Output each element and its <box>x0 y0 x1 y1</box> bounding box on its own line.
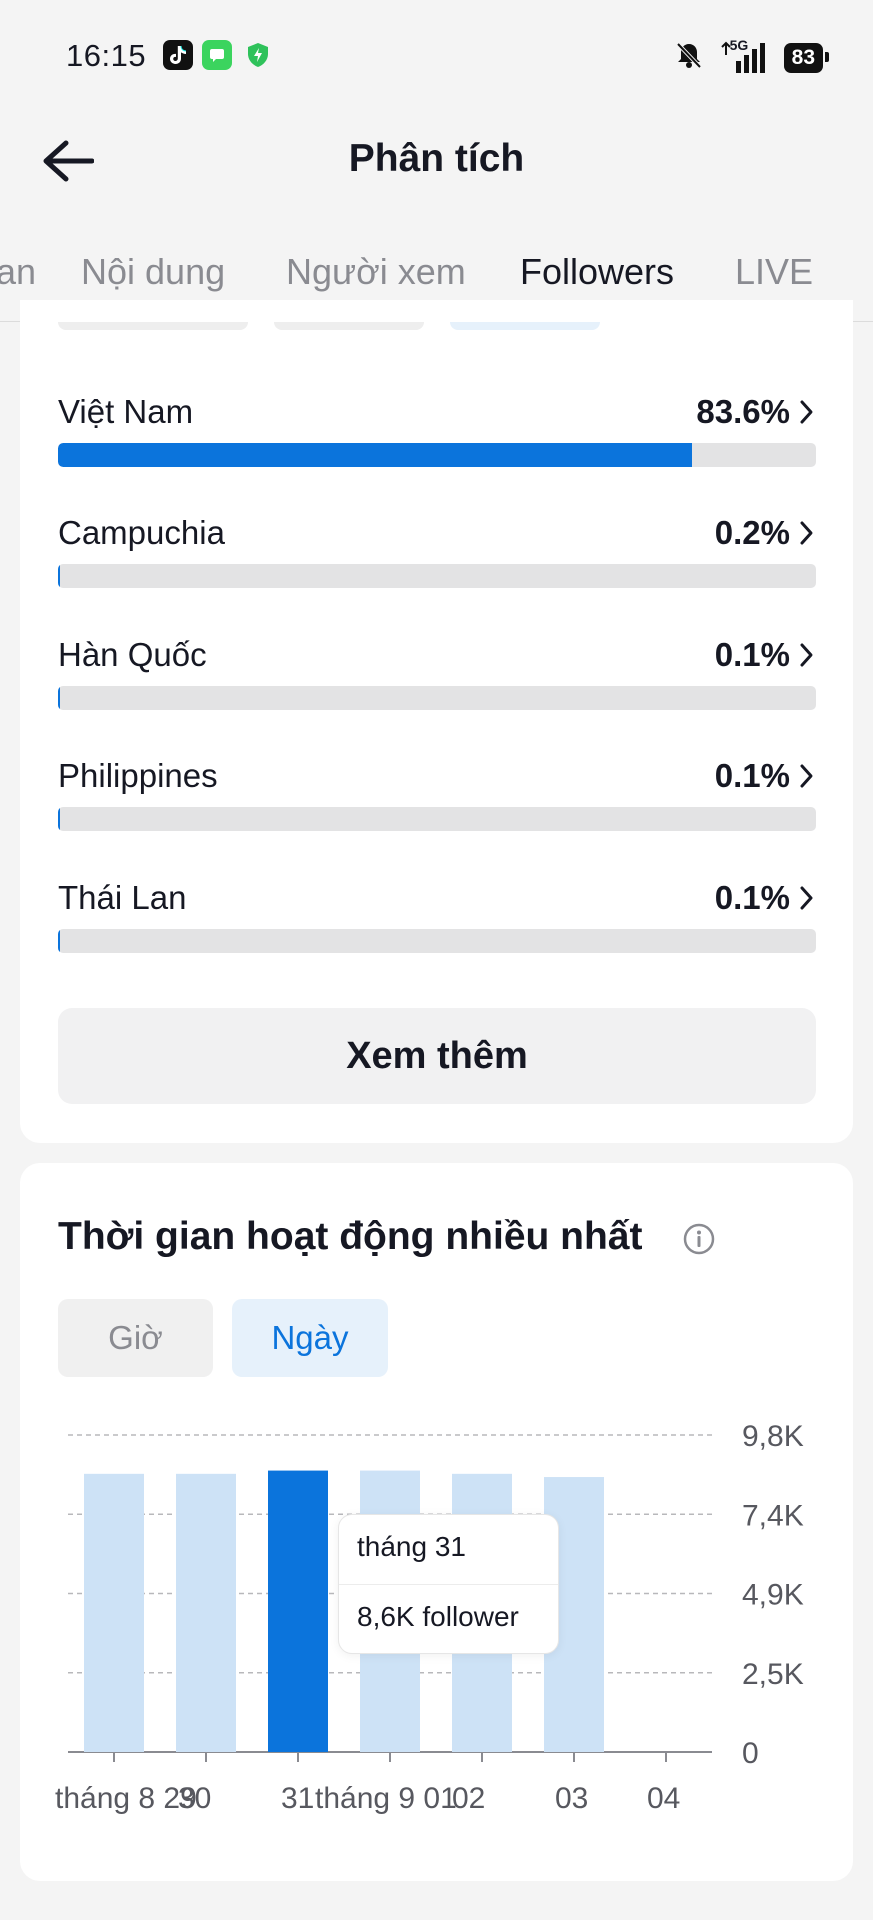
chevron-right-icon <box>800 521 813 545</box>
filter-chip[interactable] <box>274 322 424 330</box>
country-percent: 0.2% <box>714 514 790 551</box>
country-row[interactable]: Thái Lan 0.1% <box>58 879 816 969</box>
y-tick-label: 9,8K <box>742 1420 804 1453</box>
segment-hour[interactable]: Giờ <box>58 1299 213 1377</box>
chart-bar-selected[interactable] <box>268 1470 328 1752</box>
tab-content[interactable]: Nội dung <box>81 251 225 293</box>
country-bar-fill <box>58 443 692 467</box>
x-tick-label: tháng 9 01 <box>315 1782 457 1815</box>
country-bar-fill <box>58 686 61 710</box>
chart-bar[interactable] <box>176 1473 236 1752</box>
country-bar-fill <box>58 564 61 588</box>
y-tick-label: 7,4K <box>742 1499 804 1532</box>
country-bar-track <box>58 686 816 710</box>
tooltip-value: 8,6K follower <box>357 1601 519 1632</box>
chart-bar[interactable] <box>84 1473 144 1752</box>
section-title: Thời gian hoạt động nhiều nhất <box>58 1215 643 1258</box>
y-tick-label: 2,5K <box>742 1658 804 1691</box>
country-bar-fill <box>58 807 61 831</box>
tab-followers[interactable]: Followers <box>520 251 674 293</box>
country-row[interactable]: Hàn Quốc 0.1% <box>58 636 816 726</box>
x-tick-label: 02 <box>452 1782 485 1815</box>
country-percent: 0.1% <box>714 636 790 673</box>
segment-day[interactable]: Ngày <box>232 1299 388 1377</box>
y-tick-label: 0 <box>742 1737 759 1770</box>
tooltip-date: tháng 31 <box>357 1531 466 1562</box>
chevron-right-icon <box>800 764 813 788</box>
see-more-button[interactable]: Xem thêm <box>58 1008 816 1104</box>
country-name: Thái Lan <box>58 879 187 916</box>
messages-icon <box>202 40 232 70</box>
status-time: 16:15 <box>66 38 147 73</box>
page-title: Phân tích <box>348 137 525 180</box>
signal-icon: 5G <box>718 37 770 75</box>
country-row[interactable]: Việt Nam 83.6% <box>58 393 816 483</box>
chart-tooltip: tháng 31 8,6K follower <box>338 1514 559 1654</box>
x-tick-label: 03 <box>555 1782 588 1815</box>
tab-viewers[interactable]: Người xem <box>286 251 466 293</box>
country-percent: 0.1% <box>714 879 790 916</box>
chevron-right-icon <box>800 643 813 667</box>
country-percent: 0.1% <box>714 757 790 794</box>
country-percent: 83.6% <box>696 393 790 430</box>
battery-icon: 83 <box>783 42 830 73</box>
y-tick-label: 4,9K <box>742 1579 804 1612</box>
country-name: Campuchia <box>58 514 225 551</box>
tooltip-divider <box>339 1584 558 1585</box>
country-name: Việt Nam <box>58 393 194 430</box>
filter-chip[interactable] <box>450 322 600 330</box>
app-header: Phân tích <box>0 115 873 210</box>
shield-icon <box>243 40 273 70</box>
country-name: Hàn Quốc <box>58 636 207 673</box>
x-tick-label: 04 <box>647 1782 680 1815</box>
country-bar-track <box>58 929 816 953</box>
country-name: Philippines <box>58 757 218 794</box>
tiktok-icon <box>163 40 193 70</box>
country-bar-track <box>58 443 816 467</box>
x-tick-label: 31 <box>281 1782 314 1815</box>
country-bar-track <box>58 807 816 831</box>
x-tick-label: tháng 8 29 <box>55 1782 197 1815</box>
country-bar-track <box>58 564 816 588</box>
status-bar: 16:15 5G 83 <box>0 0 873 115</box>
x-tick-label: 30 <box>178 1782 211 1815</box>
tab-live[interactable]: LIVE <box>735 251 813 293</box>
country-bar-fill <box>58 929 61 953</box>
tab-overview[interactable]: an <box>0 251 36 293</box>
bell-muted-icon <box>674 40 704 75</box>
country-row[interactable]: Campuchia 0.2% <box>58 514 816 604</box>
chevron-right-icon <box>800 886 813 910</box>
country-row[interactable]: Philippines 0.1% <box>58 757 816 847</box>
chevron-right-icon <box>800 400 813 424</box>
filter-chip[interactable] <box>58 322 248 330</box>
info-icon[interactable] <box>682 1222 716 1256</box>
